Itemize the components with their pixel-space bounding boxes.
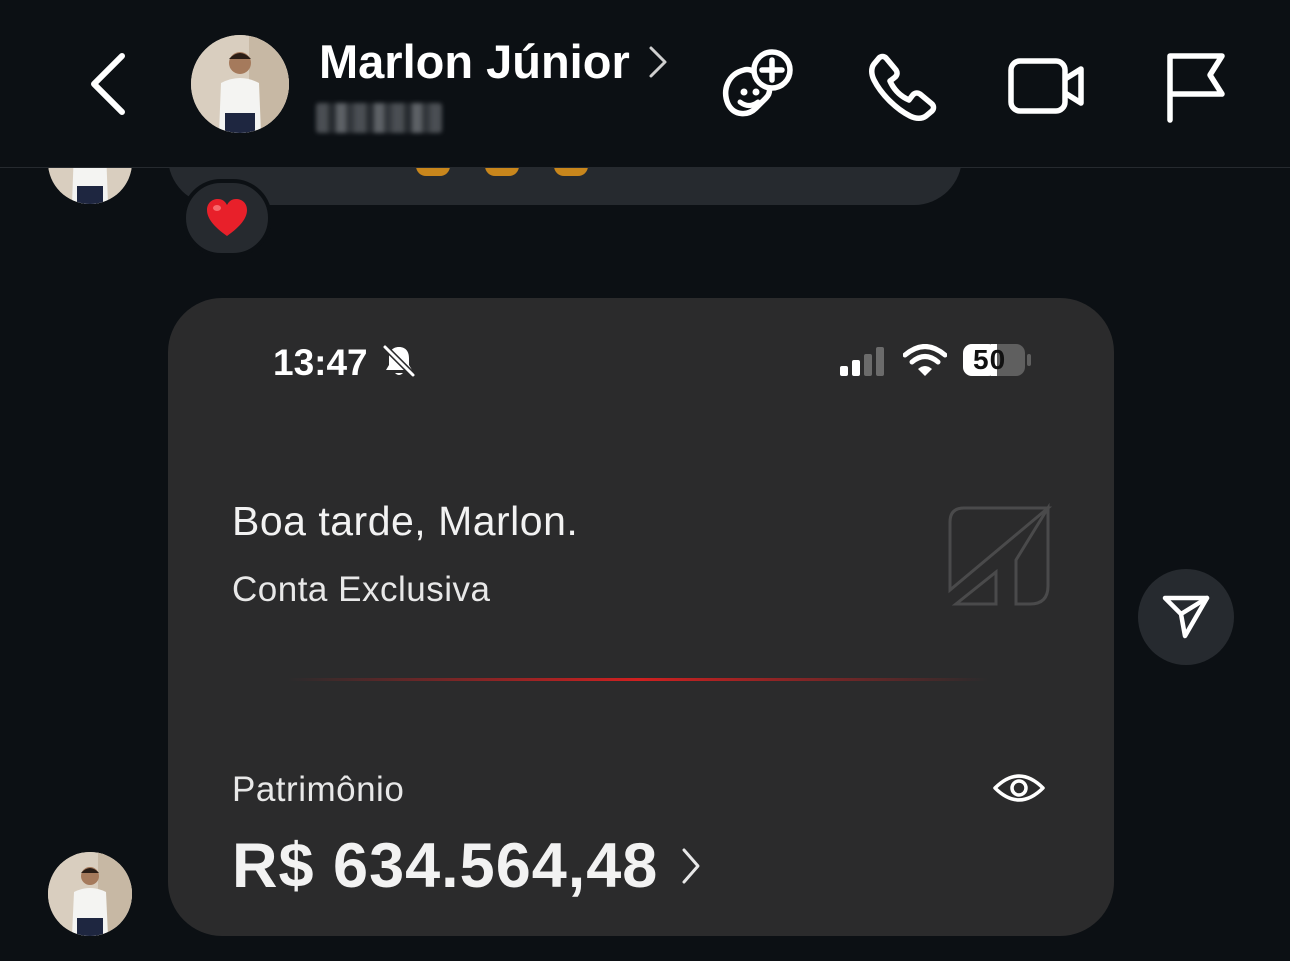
status-bar-time: 13:47	[273, 342, 368, 383]
chevron-left-icon	[91, 53, 125, 115]
contact-username-blurred	[316, 103, 442, 133]
phone-icon	[869, 53, 937, 121]
bank-logo-icon	[948, 502, 1053, 606]
cell-signal-icon	[840, 347, 884, 376]
paper-plane-icon	[1162, 595, 1210, 639]
person-photo	[48, 852, 132, 936]
sender-avatar[interactable]	[48, 852, 132, 936]
balance-label: Patrimônio	[232, 770, 405, 809]
contact-name-link[interactable]: Marlon Júnior	[319, 34, 668, 89]
heart-icon	[207, 199, 247, 236]
bell-muted-icon	[382, 344, 416, 378]
back-button[interactable]	[80, 48, 136, 120]
wifi-icon	[903, 344, 947, 376]
person-photo	[191, 35, 289, 133]
balance-amount-link[interactable]: R$ 634.564,48	[232, 830, 702, 902]
video-call-button[interactable]	[1005, 46, 1089, 126]
balance-amount: R$ 634.564,48	[232, 831, 659, 901]
heart-reaction[interactable]	[182, 179, 272, 257]
greeting-text: Boa tarde, Marlon.	[232, 498, 579, 544]
contact-avatar[interactable]	[191, 35, 289, 133]
flag-icon	[1167, 53, 1225, 123]
account-type: Conta Exclusiva	[232, 570, 491, 609]
chevron-right-icon	[682, 848, 700, 884]
games-button[interactable]	[716, 46, 800, 126]
eye-icon	[993, 774, 1045, 802]
report-button[interactable]	[1150, 46, 1234, 126]
gamepad-plus-icon	[722, 49, 793, 117]
video-camera-icon	[1008, 58, 1084, 114]
contact-name: Marlon Júnior	[319, 35, 630, 88]
share-button[interactable]	[1138, 569, 1234, 665]
chat-header: Marlon Júnior	[0, 0, 1290, 168]
battery-percentage: 50	[973, 344, 1007, 375]
chevron-right-icon	[649, 46, 667, 77]
voice-call-button[interactable]	[862, 46, 946, 126]
red-accent-divider	[288, 678, 988, 681]
shared-image-message[interactable]: 13:47 50 Boa tarde, Marlon. Conta Exclus…	[168, 298, 1114, 936]
